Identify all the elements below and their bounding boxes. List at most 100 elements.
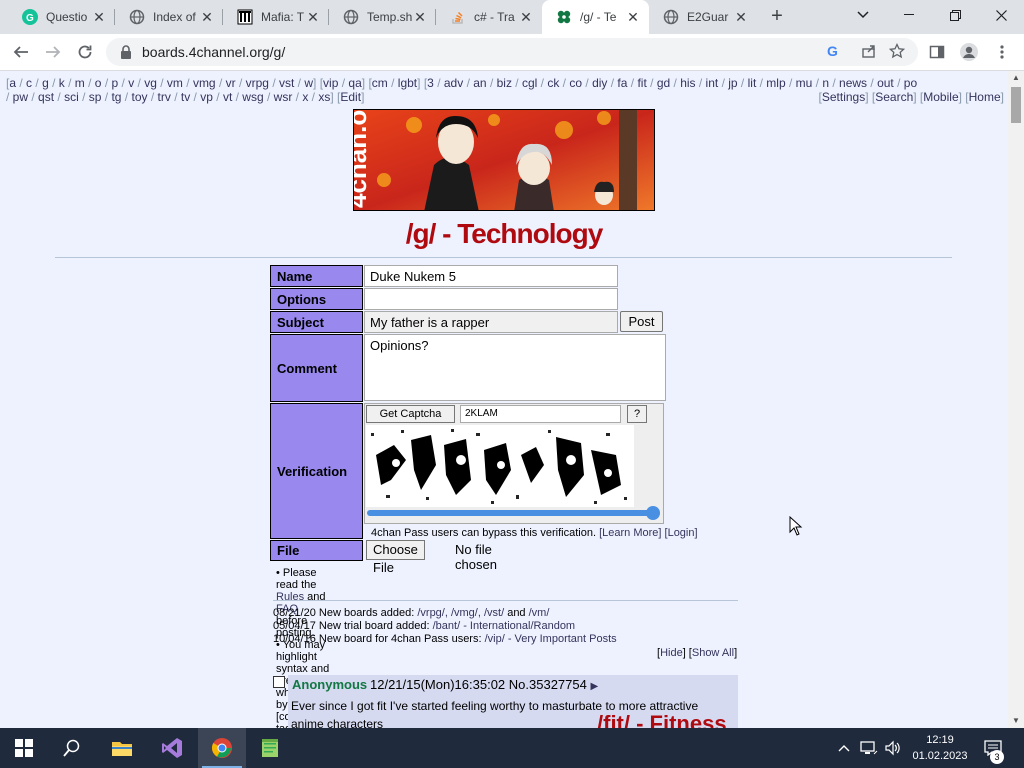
page-scrollbar[interactable]: ▲ ▼ [1008, 71, 1024, 728]
lock-icon[interactable] [118, 44, 134, 60]
board-link[interactable]: diy [592, 76, 607, 90]
board-link[interactable]: lit [748, 76, 757, 90]
board-link[interactable]: out [877, 76, 894, 90]
news-link[interactable]: /vm/ [529, 607, 550, 619]
url-text[interactable]: boards.4channel.org/g/ [142, 44, 285, 60]
subject-input[interactable]: My father is a rapper [364, 311, 618, 333]
post-number-link[interactable]: No.35327754 [509, 677, 587, 692]
board-link[interactable]: fa [617, 76, 627, 90]
post-button[interactable]: Post [620, 311, 663, 332]
google-icon[interactable]: G [824, 43, 842, 61]
network-icon[interactable] [858, 728, 880, 768]
board-link[interactable]: lgbt [398, 76, 417, 90]
board-link[interactable]: an [473, 76, 486, 90]
back-icon[interactable] [8, 39, 34, 65]
scrollbar-thumb[interactable] [1011, 87, 1021, 123]
board-link[interactable]: mu [796, 76, 813, 90]
board-link[interactable]: co [569, 76, 582, 90]
board-link[interactable]: vm [167, 76, 183, 90]
close-tab-icon[interactable]: ✕ [199, 9, 215, 25]
close-tab-icon[interactable]: ✕ [625, 9, 641, 25]
board-link[interactable]: xs [318, 90, 330, 104]
board-link[interactable]: wsr [274, 90, 293, 104]
board-link[interactable]: cm [372, 76, 388, 90]
profile-avatar-icon[interactable] [956, 39, 982, 65]
show-hidden-icons-chevron-icon[interactable] [836, 728, 852, 768]
board-link[interactable]: fit [637, 76, 646, 90]
board-link[interactable]: his [680, 76, 695, 90]
search-icon[interactable] [48, 728, 96, 768]
board-link[interactable]: vst [279, 76, 294, 90]
scroll-down-icon[interactable]: ▼ [1008, 714, 1024, 728]
close-tab-icon[interactable]: ✕ [733, 9, 749, 25]
tab-mafia[interactable]: Mafia: T ✕ [223, 0, 329, 34]
board-link[interactable]: toy [131, 90, 147, 104]
captcha-help-button[interactable]: ? [627, 405, 647, 423]
board-link[interactable]: pw [13, 90, 28, 104]
board-link[interactable]: vp [200, 90, 213, 104]
board-link[interactable]: m [75, 76, 85, 90]
board-link[interactable]: w [304, 76, 313, 90]
scroll-up-icon[interactable]: ▲ [1008, 71, 1024, 85]
volume-icon[interactable] [882, 728, 904, 768]
board-link[interactable]: sci [64, 90, 79, 104]
board-link[interactable]: mlp [766, 76, 785, 90]
tab-search-chevron-icon[interactable] [840, 0, 886, 30]
tab-g-technology[interactable]: /g/ - Te ✕ [542, 0, 649, 34]
board-link[interactable]: vr [226, 76, 236, 90]
board-link[interactable]: qa [348, 76, 361, 90]
nav-link-settings[interactable]: Settings [822, 90, 865, 104]
system-clock[interactable]: 12:19 01.02.2023 [910, 732, 970, 764]
board-link[interactable]: sp [89, 90, 102, 104]
news-link[interactable]: /vip/ - Very Important Posts [485, 633, 617, 645]
nav-link-home[interactable]: Home [969, 90, 1001, 104]
minimize-icon[interactable] [886, 0, 932, 30]
show-all-news-link[interactable]: Show All [692, 647, 734, 659]
tab-temp-sh[interactable]: Temp.sh ✕ [329, 0, 436, 34]
board-link[interactable]: gd [657, 76, 670, 90]
board-link[interactable]: jp [728, 76, 737, 90]
board-link[interactable]: vg [144, 76, 157, 90]
board-link[interactable]: vmg [193, 76, 216, 90]
board-link[interactable]: int [706, 76, 719, 90]
edit-boards-link[interactable]: Edit [340, 90, 361, 104]
forward-icon[interactable] [40, 39, 66, 65]
nav-link-search[interactable]: Search [875, 90, 913, 104]
learn-more-link[interactable]: [Learn More] [599, 527, 661, 539]
hide-news-link[interactable]: Hide [660, 647, 683, 659]
menu-kebab-icon[interactable] [989, 39, 1015, 65]
captcha-input[interactable]: 2KLAM [460, 405, 621, 423]
board-banner-image[interactable]: 4chan.org [353, 109, 655, 211]
tab-index-of[interactable]: Index of ✕ [115, 0, 223, 34]
restore-icon[interactable] [932, 0, 978, 30]
name-input[interactable]: Duke Nukem 5 [364, 265, 618, 287]
board-link[interactable]: vip [323, 76, 338, 90]
board-link[interactable]: cgl [522, 76, 537, 90]
tab-stackoverflow[interactable]: c# - Tra ✕ [436, 0, 542, 34]
news-link[interactable]: /bant/ - International/Random [433, 620, 575, 632]
file-explorer-icon[interactable] [98, 728, 146, 768]
close-tab-icon[interactable]: ✕ [91, 9, 107, 25]
board-link[interactable]: news [839, 76, 867, 90]
board-link[interactable]: ck [547, 76, 559, 90]
close-window-icon[interactable] [978, 0, 1024, 30]
close-tab-icon[interactable]: ✕ [305, 9, 321, 25]
side-panel-icon[interactable] [924, 39, 950, 65]
notepad-plus-icon[interactable] [246, 728, 294, 768]
post-select-checkbox[interactable] [273, 676, 285, 688]
tab-e2guardian[interactable]: E2Guar ✕ [649, 0, 757, 34]
board-link[interactable]: po [904, 76, 917, 90]
news-link[interactable]: /vrpg/, /vmg/, /vst/ [417, 607, 504, 619]
captcha-slider-handle[interactable] [646, 506, 661, 520]
board-link[interactable]: 3 [427, 76, 434, 90]
get-captcha-button[interactable]: Get Captcha [366, 405, 455, 423]
start-icon[interactable] [0, 728, 48, 768]
board-link[interactable]: adv [444, 76, 463, 90]
comment-textarea[interactable]: Opinions? [364, 334, 666, 401]
board-link[interactable]: qst [38, 90, 54, 104]
rules-link[interactable]: Rules [276, 591, 304, 603]
new-tab-button[interactable]: + [765, 5, 789, 29]
close-tab-icon[interactable]: ✕ [412, 9, 428, 25]
board-link[interactable]: vrpg [246, 76, 269, 90]
options-input[interactable] [364, 288, 618, 310]
